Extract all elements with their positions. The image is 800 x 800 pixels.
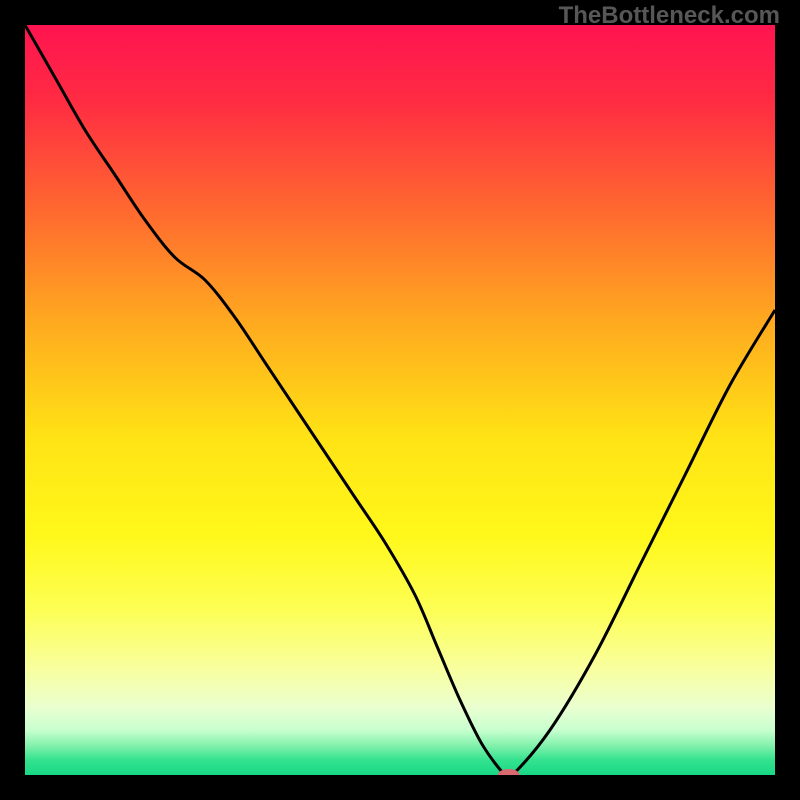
gradient-background	[25, 25, 775, 775]
chart-svg	[25, 25, 775, 775]
chart-frame: TheBottleneck.com	[0, 0, 800, 800]
plot-area	[25, 25, 775, 775]
